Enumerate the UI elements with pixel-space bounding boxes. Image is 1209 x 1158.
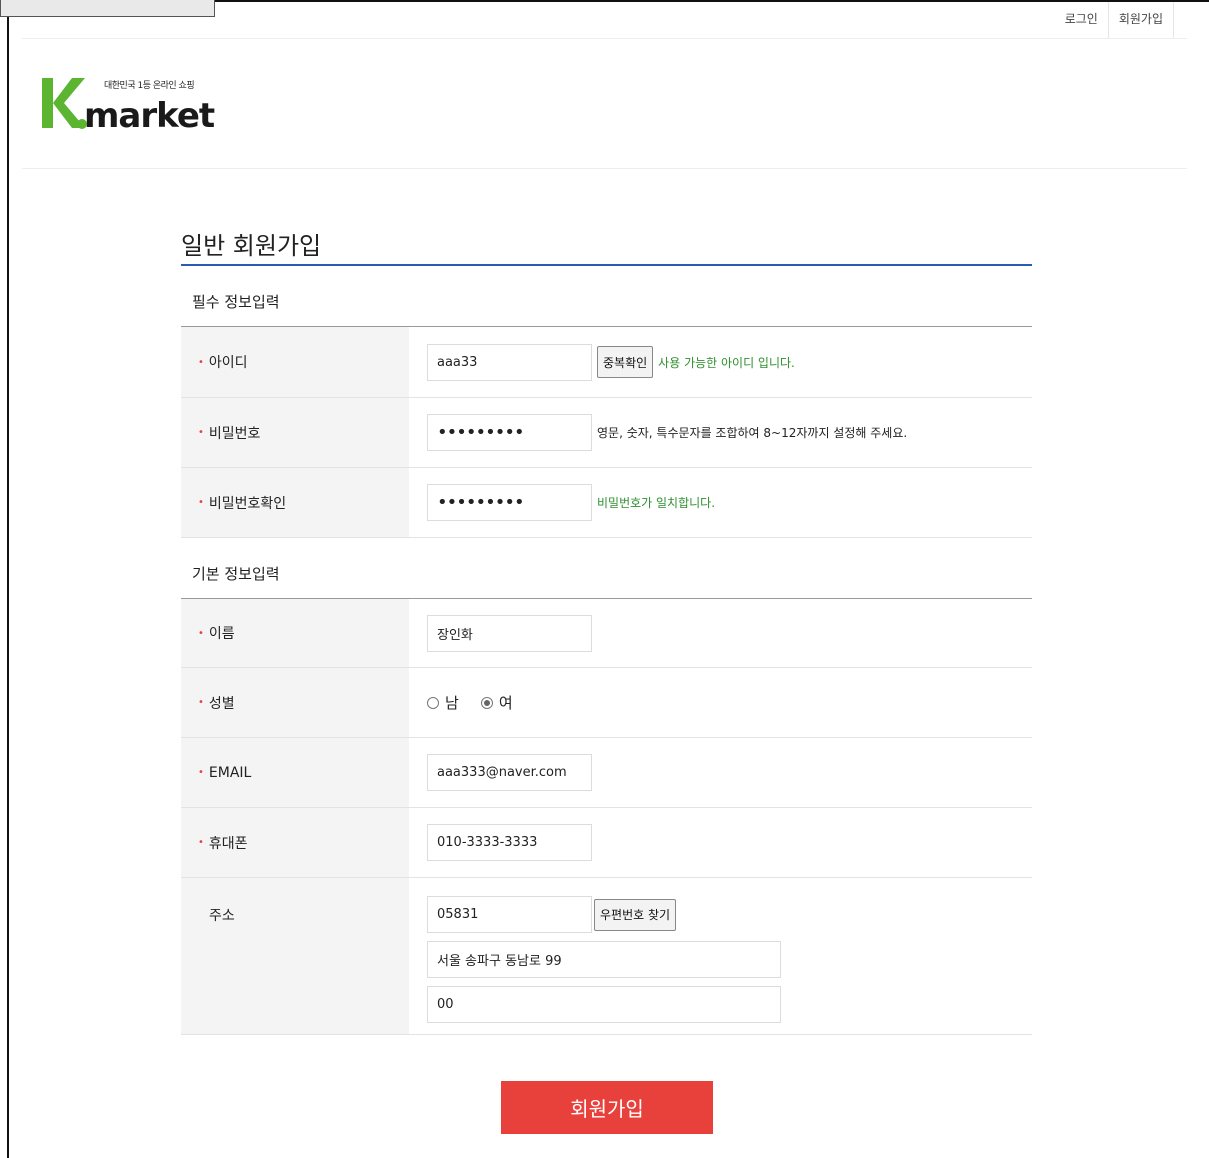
gender-label: • 성별 bbox=[181, 668, 409, 737]
gender-male-text: 남 bbox=[445, 694, 459, 712]
logo-tagline: 대한민국 1등 온라인 쇼핑 bbox=[104, 81, 195, 91]
page-title: 일반 회원가입 bbox=[181, 232, 322, 260]
id-available-message: 사용 가능한 아이디 입니다. bbox=[658, 355, 795, 370]
password-match-message: 비밀번호가 일치합니다. bbox=[597, 496, 716, 510]
login-link[interactable]: 로그인 bbox=[1055, 2, 1109, 38]
row-name: • 이름 장인화 bbox=[181, 599, 1032, 668]
name-label-text: 이름 bbox=[208, 626, 235, 642]
required-mark: • bbox=[198, 837, 204, 848]
title-rule bbox=[181, 264, 1032, 266]
address2-input[interactable]: 00 bbox=[427, 986, 781, 1023]
signup-link[interactable]: 회원가입 bbox=[1109, 2, 1174, 38]
name-input[interactable]: 장인화 bbox=[427, 614, 592, 652]
password-hint: 영문, 숫자, 특수문자를 조합하여 8~12자까지 설정해 주세요. bbox=[597, 426, 908, 440]
email-input[interactable]: aaa333@naver.com bbox=[427, 754, 592, 791]
email-label-text: EMAIL bbox=[208, 764, 252, 781]
row-password-confirm: • 비밀번호확인 ••••••••• 비밀번호가 일치합니다. bbox=[181, 468, 1032, 538]
password-label: • 비밀번호 bbox=[181, 398, 409, 467]
header-divider bbox=[22, 168, 1187, 169]
radio-circle-icon bbox=[427, 696, 439, 709]
radio-checked-icon bbox=[480, 696, 493, 709]
password-confirm-label-text: 비밀번호확인 bbox=[208, 495, 287, 512]
id-field-cell: aaa33 중복확인 사용 가능한 아이디 입니다. bbox=[409, 327, 1032, 397]
row-password: • 비밀번호 ••••••••• 영문, 숫자, 특수문자를 조합하여 8~12자… bbox=[181, 398, 1032, 468]
required-mark: • bbox=[198, 627, 204, 639]
required-mark: • bbox=[198, 427, 204, 438]
gender-male-radio[interactable]: 남 bbox=[427, 692, 459, 713]
address1-input[interactable]: 서울 송파구 동남로 99 bbox=[427, 941, 781, 978]
password-field-cell: ••••••••• 영문, 숫자, 특수문자를 조합하여 8~12자까지 설정해… bbox=[409, 398, 1032, 467]
zip-search-button[interactable]: 우편번호 찾기 bbox=[594, 898, 677, 931]
email-label: • EMAIL bbox=[181, 738, 409, 807]
required-info-table: • 아이디 aaa33 중복확인 사용 가능한 아이디 입니다. • 비밀번호 ••… bbox=[181, 327, 1032, 538]
address-field-cell: 05831 우편번호 찾기 서울 송파구 동남로 99 00 bbox=[409, 878, 1032, 1034]
signup-submit-button[interactable]: 회원가입 bbox=[501, 1081, 713, 1134]
name-field-cell: 장인화 bbox=[409, 599, 1032, 667]
gender-female-radio[interactable]: 여 bbox=[480, 692, 513, 713]
phone-label-text: 휴대폰 bbox=[208, 835, 248, 852]
dup-check-button[interactable]: 중복확인 bbox=[597, 346, 654, 378]
gender-field-cell: 남 여 bbox=[409, 668, 1032, 737]
row-gender: • 성별 남 여 bbox=[181, 668, 1032, 738]
password-confirm-field-cell: ••••••••• 비밀번호가 일치합니다. bbox=[409, 468, 1032, 537]
window-tab bbox=[0, 0, 215, 17]
id-input[interactable]: aaa33 bbox=[427, 343, 592, 381]
address-label-text: 주소 bbox=[209, 908, 235, 924]
zip-input[interactable]: 05831 bbox=[427, 896, 592, 933]
row-id: • 아이디 aaa33 중복확인 사용 가능한 아이디 입니다. bbox=[181, 327, 1032, 398]
row-address: 주소 05831 우편번호 찾기 서울 송파구 동남로 99 00 bbox=[181, 878, 1032, 1035]
required-mark: • bbox=[198, 767, 204, 778]
zip-row: 05831 우편번호 찾기 bbox=[427, 896, 677, 933]
section-title-required: 필수 정보입력 bbox=[192, 293, 280, 311]
row-phone: • 휴대폰 010-3333-3333 bbox=[181, 808, 1032, 878]
gender-label-text: 성별 bbox=[208, 695, 235, 712]
required-mark: • bbox=[198, 697, 204, 708]
password-input[interactable]: ••••••••• bbox=[427, 414, 592, 451]
id-label-text: 아이디 bbox=[208, 355, 248, 371]
phone-input[interactable]: 010-3333-3333 bbox=[427, 824, 592, 861]
kmarket-logo[interactable]: market 대한민국 1등 온라인 쇼핑 bbox=[42, 70, 222, 136]
password-confirm-input[interactable]: ••••••••• bbox=[427, 484, 592, 521]
email-field-cell: aaa333@naver.com bbox=[409, 738, 1032, 807]
svg-text:market: market bbox=[84, 96, 215, 130]
section-title-basic: 기본 정보입력 bbox=[192, 565, 280, 583]
name-label: • 이름 bbox=[181, 599, 409, 667]
top-divider bbox=[22, 38, 1187, 39]
phone-field-cell: 010-3333-3333 bbox=[409, 808, 1032, 877]
top-nav: 로그인 회원가입 bbox=[1055, 2, 1174, 38]
row-email: • EMAIL aaa333@naver.com bbox=[181, 738, 1032, 808]
password-confirm-label: • 비밀번호확인 bbox=[181, 468, 409, 537]
gender-female-text: 여 bbox=[498, 694, 513, 712]
address-label: 주소 bbox=[181, 878, 409, 1034]
required-mark: • bbox=[198, 497, 204, 508]
id-label: • 아이디 bbox=[181, 327, 409, 397]
password-label-text: 비밀번호 bbox=[208, 425, 261, 442]
required-mark: • bbox=[198, 356, 204, 368]
basic-info-table: • 이름 장인화 • 성별 남 여 • EMAIL aaa333@naver.com … bbox=[181, 599, 1032, 1035]
phone-label: • 휴대폰 bbox=[181, 808, 409, 877]
